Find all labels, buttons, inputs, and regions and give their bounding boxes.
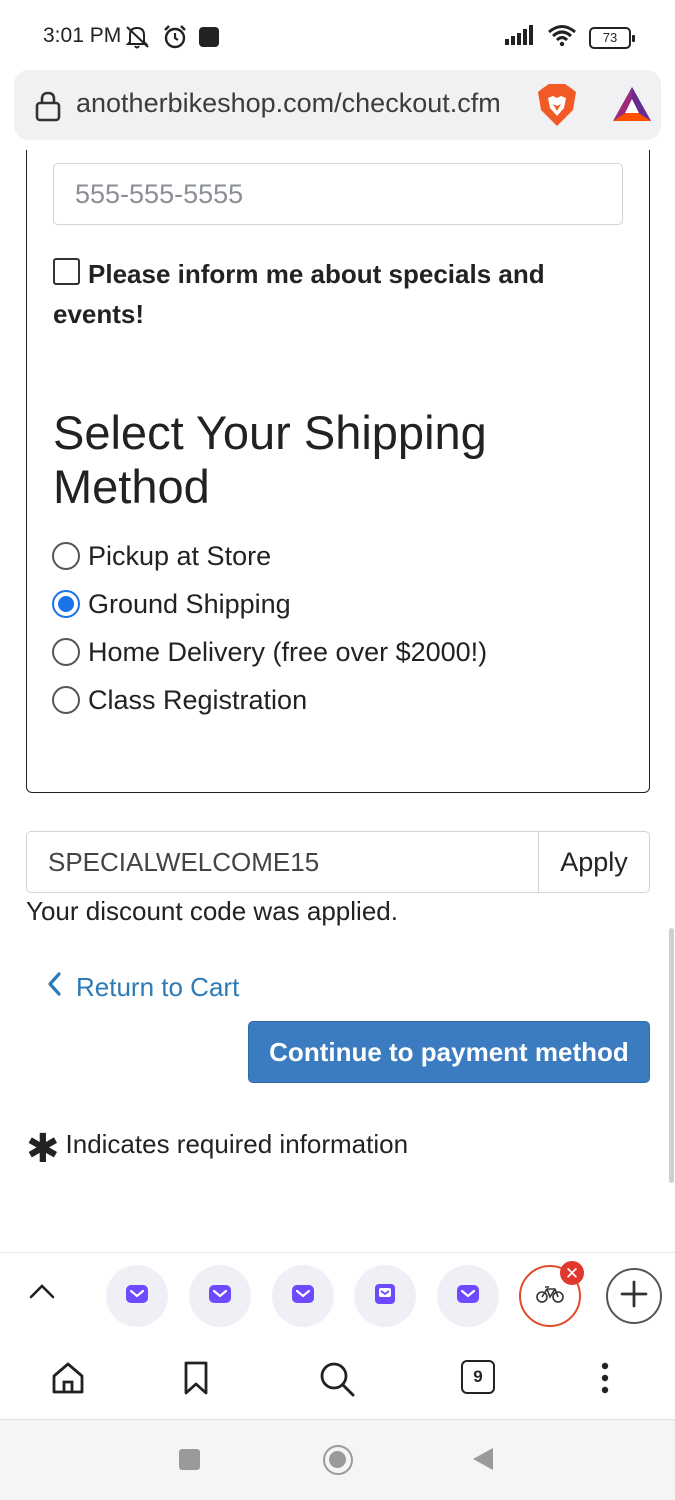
specials-optin[interactable]: Please inform me about specials and even… (53, 258, 613, 334)
shipping-option-ground[interactable]: Ground Shipping (52, 580, 487, 628)
required-asterisk-icon: ✱ (26, 1127, 60, 1171)
tab-proton-5[interactable] (437, 1265, 499, 1327)
shipping-option-home-delivery[interactable]: Home Delivery (free over $2000!) (52, 628, 487, 676)
recent-apps-icon[interactable] (179, 1449, 200, 1470)
return-to-cart-link[interactable]: Return to Cart (46, 971, 239, 1004)
tab-proton-3[interactable] (272, 1265, 334, 1327)
status-bar: 3:01 PM 73 (0, 0, 675, 72)
brave-rewards-icon[interactable] (611, 85, 653, 128)
shipping-option-class-registration[interactable]: Class Registration (52, 676, 487, 724)
discount-status-message: Your discount code was applied. (26, 896, 398, 926)
apply-discount-button[interactable]: Apply (538, 831, 650, 893)
bicycle-icon (536, 1285, 564, 1308)
app-notification-icon (198, 26, 220, 53)
plus-icon (619, 1279, 649, 1314)
proton-pass-icon (373, 1282, 397, 1311)
tab-proton-4[interactable] (354, 1265, 416, 1327)
tab-proton-2[interactable] (189, 1265, 251, 1327)
address-bar[interactable]: anotherbikeshop.com/checkout.cfm (14, 70, 661, 140)
wifi-icon (547, 24, 577, 51)
status-icons-left (124, 24, 220, 55)
system-navigation-bar (0, 1420, 675, 1500)
proton-mail-icon (291, 1283, 315, 1310)
radio-ground[interactable] (52, 590, 80, 618)
shipping-option-label[interactable]: Pickup at Store (88, 541, 271, 572)
shipping-method-options: Pickup at Store Ground Shipping Home Del… (52, 532, 487, 724)
home-icon[interactable] (50, 1360, 86, 1401)
shipping-option-pickup[interactable]: Pickup at Store (52, 532, 487, 580)
radio-class-registration[interactable] (52, 686, 80, 714)
discount-code-input[interactable] (26, 831, 538, 893)
shipping-option-label[interactable]: Class Registration (88, 685, 307, 716)
lock-icon[interactable] (34, 90, 62, 127)
close-tab-icon[interactable]: ✕ (560, 1261, 584, 1285)
shipping-option-label[interactable]: Ground Shipping (88, 589, 291, 620)
tab-switcher-button[interactable]: 9 (461, 1360, 495, 1394)
shipping-option-label[interactable]: Home Delivery (free over $2000!) (88, 637, 487, 668)
brave-shields-icon[interactable] (535, 82, 579, 133)
search-icon[interactable] (318, 1360, 356, 1403)
continue-to-payment-button[interactable]: Continue to payment method (248, 1021, 650, 1083)
system-back-icon[interactable] (473, 1448, 493, 1470)
page-scrollbar[interactable] (669, 928, 674, 1183)
status-icons-right: 73 (505, 24, 635, 51)
required-info-text: Indicates required information (65, 1128, 409, 1159)
bookmark-icon[interactable] (181, 1360, 211, 1401)
url-text[interactable]: anotherbikeshop.com/checkout.cfm (76, 88, 522, 119)
phone-input[interactable] (53, 163, 623, 225)
battery-level: 73 (602, 30, 618, 45)
chevron-up-icon[interactable] (28, 1281, 56, 1306)
tab-proton-1[interactable] (106, 1265, 168, 1327)
browser-bottom-toolbar: 9 (0, 1340, 675, 1420)
tab-bike-active[interactable]: ✕ (519, 1261, 584, 1327)
alarm-icon (162, 24, 188, 55)
new-tab-button[interactable] (606, 1268, 662, 1324)
mute-notifications-icon (124, 24, 152, 55)
more-options-icon[interactable] (598, 1360, 612, 1401)
status-time: 3:01 PM (43, 24, 122, 47)
signal-icon (505, 25, 535, 50)
chevron-left-icon (46, 971, 62, 1004)
system-home-icon[interactable] (323, 1445, 353, 1475)
battery-icon: 73 (589, 26, 635, 49)
specials-checkbox[interactable] (53, 258, 80, 285)
required-info-note: ✱ Indicates required information (26, 1124, 409, 1171)
radio-pickup[interactable] (52, 542, 80, 570)
proton-mail-icon (456, 1283, 480, 1310)
return-to-cart-label[interactable]: Return to Cart (76, 972, 239, 1003)
proton-mail-icon (208, 1283, 232, 1310)
shipping-method-heading: Select Your Shipping Method (53, 406, 487, 513)
tab-strip: ✕ (0, 1252, 675, 1340)
specials-optin-label[interactable]: Please inform me about specials and even… (53, 254, 613, 334)
proton-mail-icon (125, 1283, 149, 1310)
radio-home-delivery[interactable] (52, 638, 80, 666)
discount-code-group: Apply (26, 831, 650, 893)
tab-count[interactable]: 9 (461, 1360, 495, 1394)
